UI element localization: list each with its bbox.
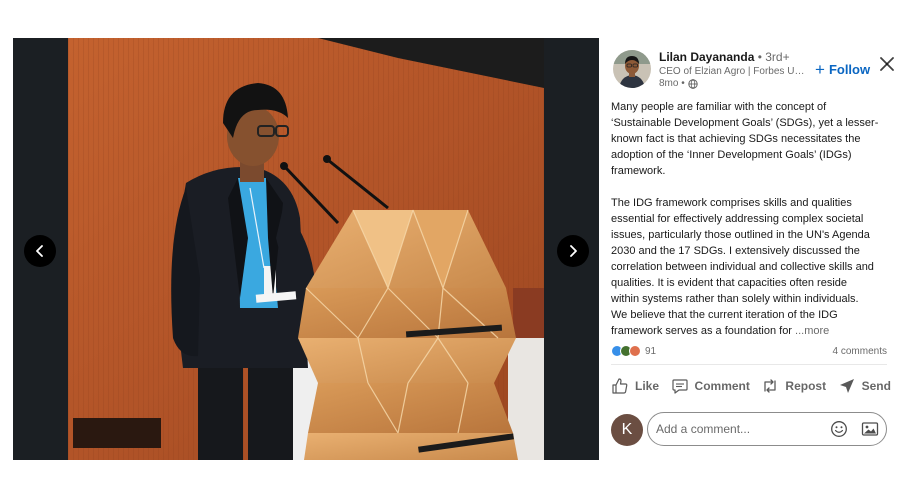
plus-icon: + xyxy=(815,59,825,79)
like-button[interactable]: Like xyxy=(611,374,659,398)
like-label: Like xyxy=(635,379,660,393)
see-more-link[interactable]: ...more xyxy=(795,325,829,337)
reactions-summary[interactable]: 91 xyxy=(611,345,656,357)
reaction-count: 91 xyxy=(645,345,657,357)
connection-degree: • 3rd+ xyxy=(757,50,790,64)
globe-icon xyxy=(688,78,698,89)
current-user-avatar[interactable]: K xyxy=(611,414,643,446)
chevron-left-icon xyxy=(36,245,43,257)
emoji-icon[interactable] xyxy=(830,420,848,438)
post-paragraph-2: The IDG framework comprises skills and q… xyxy=(611,195,891,339)
send-icon xyxy=(839,379,854,393)
post-paragraph-2-text: The IDG framework comprises skills and q… xyxy=(611,197,874,337)
post-meta: 8mo • xyxy=(659,78,698,89)
post-photo xyxy=(68,38,544,460)
comment-box[interactable] xyxy=(647,412,887,446)
social-counts: 91 4 comments xyxy=(611,343,887,359)
follow-button[interactable]: + Follow xyxy=(815,59,871,79)
repost-icon xyxy=(764,379,777,393)
comment-icon xyxy=(671,379,688,394)
next-image-button[interactable] xyxy=(557,235,589,267)
post-actions: Like Comment Repost Send xyxy=(611,374,891,398)
follow-label: Follow xyxy=(828,62,871,77)
love-reaction-icon xyxy=(629,345,641,357)
chevron-right-icon xyxy=(570,245,577,257)
post-detail-panel: Lilan Dayananda • 3rd+ CEO of Elzian Agr… xyxy=(599,38,900,460)
send-button[interactable]: Send xyxy=(838,374,891,398)
comment-label: Comment xyxy=(694,379,750,393)
comments-count[interactable]: 4 comments xyxy=(833,346,887,357)
previous-image-button[interactable] xyxy=(24,235,56,267)
repost-button[interactable]: Repost xyxy=(761,374,826,398)
post-media-viewer xyxy=(13,38,599,460)
author-name-text[interactable]: Lilan Dayananda xyxy=(659,50,754,64)
image-icon[interactable] xyxy=(861,420,879,438)
repost-label: Repost xyxy=(785,379,827,393)
divider xyxy=(611,364,887,365)
author-avatar[interactable] xyxy=(613,50,651,88)
author-name[interactable]: Lilan Dayananda • 3rd+ xyxy=(659,50,790,64)
post-time: 8mo • xyxy=(659,78,685,89)
comment-input[interactable] xyxy=(656,413,816,445)
post-text: Many people are familiar with the concep… xyxy=(611,99,891,339)
send-label: Send xyxy=(861,379,891,393)
close-icon[interactable] xyxy=(878,55,896,73)
post-paragraph-1: Many people are familiar with the concep… xyxy=(611,101,879,177)
author-headline: CEO of Elzian Agro | Forbes Under 30 xyxy=(659,66,807,77)
like-icon xyxy=(612,378,628,394)
comment-button[interactable]: Comment xyxy=(671,374,750,398)
